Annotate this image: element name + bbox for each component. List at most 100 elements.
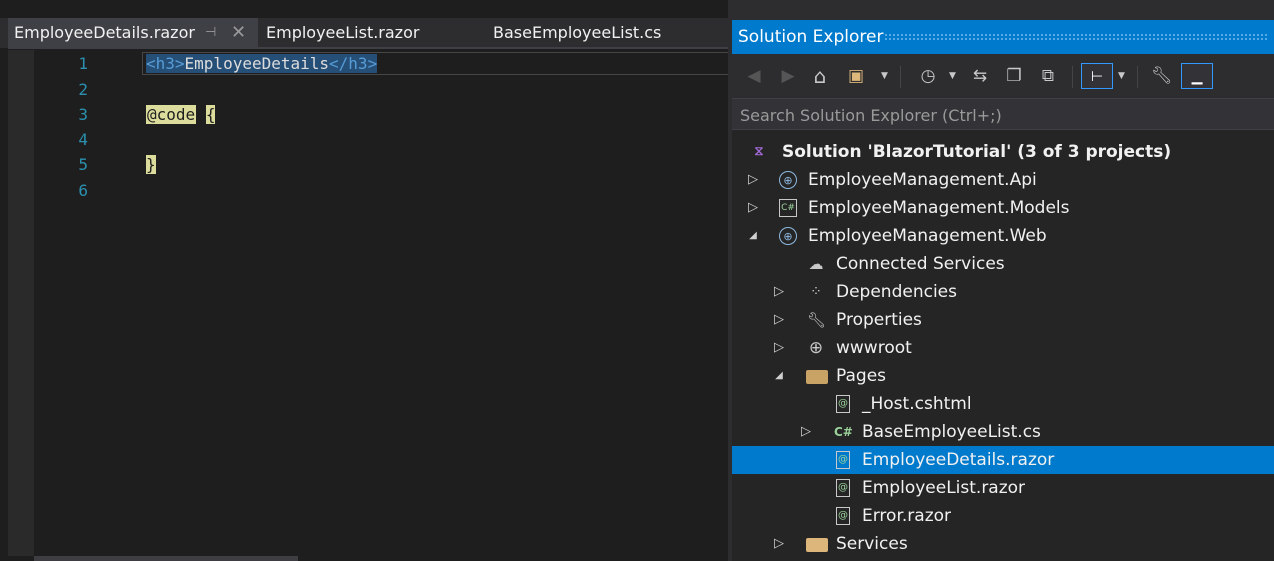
expand-arrow-icon[interactable]: ▷ [772, 334, 786, 362]
tree-item-label: EmployeeDetails.razor [862, 450, 1055, 470]
csharp-project-icon: C# [779, 199, 797, 217]
folder-icon [806, 538, 828, 552]
razor-file-icon: @ [836, 479, 850, 497]
tree-item-label: Properties [836, 310, 922, 330]
switch-views-icon[interactable]: ▣ [846, 63, 866, 89]
collapse-arrow-icon[interactable]: ◢ [772, 362, 786, 390]
tab-employee-list[interactable]: EmployeeList.razor [266, 18, 419, 48]
tree-item-employee-details[interactable]: @ EmployeeDetails.razor [732, 446, 1274, 474]
tree-item-label: _Host.cshtml [862, 394, 972, 414]
title-grip [884, 33, 1269, 41]
html-close-tag: </h3> [329, 54, 378, 73]
tree-item-dependencies[interactable]: ▷ ⁘ Dependencies [732, 278, 1274, 306]
tree-item-label: EmployeeList.razor [862, 478, 1026, 498]
properties-icon[interactable]: 🔧︎ [1151, 63, 1173, 89]
solution-icon: ⧖ [754, 144, 764, 159]
line-number: 1 [78, 54, 88, 73]
chevron-down-icon[interactable]: ▼ [949, 63, 956, 89]
tree-item-project-models[interactable]: ▷ C# EmployeeManagement.Models [732, 194, 1274, 222]
tree-item-wwwroot[interactable]: ▷ ⊕ wwwroot [732, 334, 1274, 362]
tree-item-label: Pages [836, 366, 887, 386]
line-number: 5 [78, 155, 88, 174]
code-editor[interactable]: EmployeeDetails.razor ⊣ ✕ EmployeeList.r… [0, 0, 728, 561]
tree-item-label: wwwroot [836, 338, 912, 358]
dependencies-icon: ⁘ [810, 284, 822, 300]
document-tab-bar: EmployeeDetails.razor ⊣ ✕ EmployeeList.r… [0, 18, 728, 48]
collapse-all-icon[interactable]: ❐ [1004, 63, 1024, 89]
tree-item-solution[interactable]: ⧖ Solution 'BlazorTutorial' (3 of 3 proj… [732, 138, 1274, 166]
code-line-5[interactable]: } [146, 152, 156, 177]
expand-arrow-icon[interactable]: ▷ [772, 306, 786, 334]
forward-icon[interactable]: ▶ [778, 63, 798, 89]
line-number: 6 [78, 181, 88, 200]
toolbar-separator [1137, 66, 1138, 88]
pin-toolwindow-icon[interactable]: ▁ [1181, 63, 1213, 89]
tree-item-services-folder[interactable]: ▷ Services [732, 530, 1274, 558]
tab-label: BaseEmployeeList.cs [493, 23, 662, 42]
razor-file-icon: @ [836, 451, 850, 469]
tree-item-label: Connected Services [836, 254, 1005, 274]
tree-item-label: EmployeeManagement.Models [808, 198, 1070, 218]
home-icon[interactable]: ⌂ [810, 63, 830, 89]
expand-arrow-icon[interactable]: ▷ [772, 530, 786, 558]
folder-open-icon [806, 370, 828, 384]
tree-item-label: Error.razor [862, 506, 952, 526]
line-number: 3 [78, 105, 88, 124]
solution-explorer-title-bar[interactable]: Solution Explorer [732, 20, 1274, 54]
tree-item-error[interactable]: @ Error.razor [732, 502, 1274, 530]
tree-item-label: BaseEmployeeList.cs [862, 422, 1041, 442]
expand-arrow-icon[interactable]: ▷ [772, 278, 786, 306]
web-project-icon: ⊕ [779, 227, 797, 245]
search-input[interactable] [732, 99, 1274, 131]
back-icon[interactable]: ◀ [744, 63, 764, 89]
sync-icon[interactable]: ⇆ [970, 63, 990, 89]
tab-base-employee-list[interactable]: BaseEmployeeList.cs [493, 18, 661, 48]
tree-item-project-api[interactable]: ▷ ⊕ EmployeeManagement.Api [732, 166, 1274, 194]
chevron-down-icon[interactable]: ▼ [1118, 63, 1125, 89]
tree-item-employee-list[interactable]: @ EmployeeList.razor [732, 474, 1274, 502]
razor-code-directive: @code [146, 105, 197, 124]
tree-item-base-employee-list[interactable]: ▷ C# BaseEmployeeList.cs [732, 418, 1274, 446]
tree-item-label: Solution 'BlazorTutorial' (3 of 3 projec… [782, 142, 1172, 162]
toolbar-separator [900, 66, 901, 88]
code-line-3[interactable]: @code { [146, 102, 216, 127]
toolbar-separator [1072, 66, 1073, 88]
csharp-file-icon: C# [834, 425, 853, 439]
globe-icon: ⊕ [808, 338, 824, 358]
code-line-1[interactable]: <h3>EmployeeDetails</h3> [146, 51, 378, 76]
tree-item-connected-services[interactable]: ☁ Connected Services [732, 250, 1274, 278]
tab-label: EmployeeDetails.razor [14, 23, 195, 42]
connected-services-icon: ☁ [808, 255, 824, 273]
pending-changes-filter-icon[interactable]: ◷ [918, 63, 938, 89]
collapse-arrow-icon[interactable]: ◢ [746, 222, 760, 250]
glyph-margin[interactable] [8, 50, 34, 556]
tab-employee-details[interactable]: EmployeeDetails.razor ⊣ ✕ [8, 18, 258, 48]
chevron-down-icon[interactable]: ▼ [881, 63, 888, 89]
close-tab-icon[interactable]: ✕ [231, 18, 246, 48]
solution-explorer-search[interactable] [732, 98, 1274, 131]
expand-arrow-icon[interactable]: ▷ [746, 166, 760, 194]
solution-explorer-toolbar: ◀ ▶ ⌂ ▣ ▼ ◷ ▼ ⇆ ❐ ⧉ ⊢ ▼ 🔧︎ ▁ [732, 54, 1274, 98]
tree-item-label: Dependencies [836, 282, 957, 302]
tree-item-pages-folder[interactable]: ◢ Pages [732, 362, 1274, 390]
razor-file-icon: @ [836, 395, 850, 413]
tree-item-properties[interactable]: ▷ 🔧︎ Properties [732, 306, 1274, 334]
tree-item-label: EmployeeManagement.Web [808, 226, 1047, 246]
solution-explorer-panel: Solution Explorer ◀ ▶ ⌂ ▣ ▼ ◷ ▼ ⇆ ❐ ⧉ ⊢ … [732, 20, 1274, 561]
line-number: 2 [78, 80, 88, 99]
show-all-files-icon[interactable]: ⧉ [1038, 63, 1058, 89]
razor-file-icon: @ [836, 507, 850, 525]
wrench-icon: 🔧︎ [807, 311, 827, 329]
html-open-tag: <h3> [146, 54, 185, 73]
pin-tab-icon[interactable]: ⊣ [205, 18, 216, 48]
horizontal-scrollbar[interactable] [34, 556, 298, 561]
expand-arrow-icon[interactable]: ▷ [746, 194, 760, 222]
tree-item-host-cshtml[interactable]: @ _Host.cshtml [732, 390, 1274, 418]
panel-title: Solution Explorer [738, 27, 884, 47]
preview-selected-icon[interactable]: ⊢ [1081, 63, 1113, 89]
line-number: 4 [78, 130, 88, 149]
tree-item-project-web[interactable]: ◢ ⊕ EmployeeManagement.Web [732, 222, 1274, 250]
expand-arrow-icon[interactable]: ▷ [799, 418, 813, 446]
tab-label: EmployeeList.razor [266, 23, 420, 42]
tree-item-label: Services [836, 534, 908, 554]
